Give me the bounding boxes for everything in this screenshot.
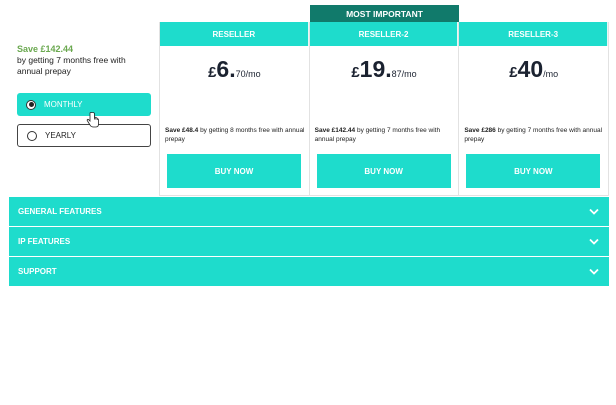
pricing-plans: RESELLER £6.70/mo Save £48.4 by getting … [159,22,610,196]
price-currency: £ [351,64,360,81]
buy-now-button-reseller-3[interactable]: BUY NOW [466,154,601,188]
accordion-support[interactable]: SUPPORT [9,257,609,286]
yearly-label: YEARLY [45,131,76,140]
buy-now-button-reseller-2[interactable]: BUY NOW [316,154,451,188]
plan-card-reseller-3: RESELLER-3 £40/mo Save £286 by getting 7… [458,22,610,196]
accordion-ip-features[interactable]: IP FEATURES [9,227,609,256]
save-headline: Save £142.44 [17,44,74,54]
plan-price: £6.70/mo [160,56,309,83]
yearly-option[interactable]: YEARLY [17,124,151,147]
price-main: 40 [517,56,544,82]
save-description: by getting 7 months free with annual pre… [17,55,126,76]
accordion-label: SUPPORT [18,267,57,276]
plan-price: £19.87/mo [310,56,459,83]
accordion-label: IP FEATURES [18,237,71,246]
monthly-option[interactable]: MONTHLY [17,93,151,116]
savings-amount: Save £48.4 [165,127,199,134]
plan-savings: Save £286 by getting 7 months free with … [464,127,604,144]
monthly-label: MONTHLY [44,100,83,109]
savings-amount: Save £142.44 [314,127,356,134]
plan-savings: Save £142.44 by getting 7 months free wi… [315,127,455,144]
most-important-badge: MOST IMPORTANT [310,5,459,23]
plan-title: RESELLER-3 [459,22,609,46]
billing-summary: Save £142.44 by getting 7 months free wi… [17,44,157,76]
radio-selected-icon[interactable] [26,99,36,110]
price-sub: /mo [543,69,559,79]
buy-now-button-reseller[interactable]: BUY NOW [167,154,301,188]
plan-card-reseller-2: RESELLER-2 £19.87/mo Save £142.44 by get… [308,22,459,196]
price-currency: £ [509,64,518,81]
price-sub: 87/mo [391,69,417,79]
plan-card-reseller: RESELLER £6.70/mo Save £48.4 by getting … [159,22,309,196]
chevron-down-icon[interactable] [589,268,599,276]
features-accordion: GENERAL FEATURES IP FEATURES SUPPORT [9,197,609,287]
accordion-label: GENERAL FEATURES [18,207,102,216]
plan-price: £40/mo [459,56,608,83]
plan-title: RESELLER-2 [309,22,459,46]
plan-title: RESELLER [160,22,309,46]
price-sub: 70/mo [235,69,261,79]
accordion-general-features[interactable]: GENERAL FEATURES [9,197,609,226]
chevron-down-icon[interactable] [589,238,599,246]
radio-unselected-icon[interactable] [27,130,37,141]
hand-cursor-icon [86,112,99,128]
chevron-down-icon[interactable] [589,208,599,216]
plan-savings: Save £48.4 by getting 8 months free with… [165,127,305,144]
savings-amount: Save £286 [464,127,496,134]
price-main: 19. [359,56,392,82]
price-main: 6. [216,56,236,82]
